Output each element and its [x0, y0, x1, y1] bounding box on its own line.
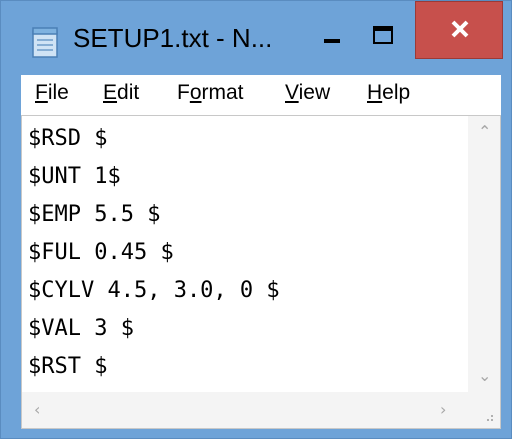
- menu-help[interactable]: Help: [367, 81, 410, 105]
- menu-view[interactable]: View: [285, 81, 330, 105]
- document-text[interactable]: $RSD $ $UNT 1$ $EMP 5.5 $ $FUL 0.45 $ $C…: [28, 120, 468, 386]
- scroll-up-icon[interactable]: ⌃: [478, 122, 491, 141]
- menu-format[interactable]: Format: [177, 81, 244, 105]
- text-editor[interactable]: $RSD $ $UNT 1$ $EMP 5.5 $ $FUL 0.45 $ $C…: [21, 115, 501, 429]
- menu-file[interactable]: File: [35, 81, 69, 105]
- close-button[interactable]: [415, 1, 503, 59]
- text-line: $VAL 3 $: [28, 316, 134, 341]
- scroll-left-icon[interactable]: ‹: [34, 400, 40, 419]
- maximize-button[interactable]: [357, 19, 407, 59]
- scroll-down-icon[interactable]: ⌄: [478, 366, 491, 385]
- maximize-icon: [373, 26, 393, 44]
- text-line: $EMP 5.5 $: [28, 202, 161, 227]
- text-line: $UNT 1$: [28, 164, 121, 189]
- horizontal-scrollbar[interactable]: ‹ ›: [22, 392, 468, 428]
- text-line: $FUL 0.45 $: [28, 240, 174, 265]
- menu-bar: File Edit Format View Help: [21, 75, 501, 116]
- close-icon: [451, 20, 469, 38]
- resize-grip[interactable]: [468, 392, 500, 428]
- resize-grip-icon: [487, 415, 493, 421]
- text-line: $RST $: [28, 354, 108, 379]
- notepad-icon[interactable]: [31, 26, 59, 58]
- minimize-button[interactable]: [307, 19, 357, 59]
- title-bar[interactable]: SETUP1.txt - N...: [1, 1, 511, 75]
- menu-edit[interactable]: Edit: [103, 81, 139, 105]
- text-line: $RSD $: [28, 126, 108, 151]
- text-line: $CYLV 4.5, 3.0, 0 $: [28, 278, 280, 303]
- scroll-right-icon[interactable]: ›: [440, 400, 446, 419]
- window-title: SETUP1.txt - N...: [73, 23, 273, 53]
- vertical-scrollbar[interactable]: ⌃ ⌄: [468, 116, 500, 392]
- notepad-window: SETUP1.txt - N... File Edit Format View …: [0, 0, 512, 439]
- minimize-icon: [324, 39, 340, 43]
